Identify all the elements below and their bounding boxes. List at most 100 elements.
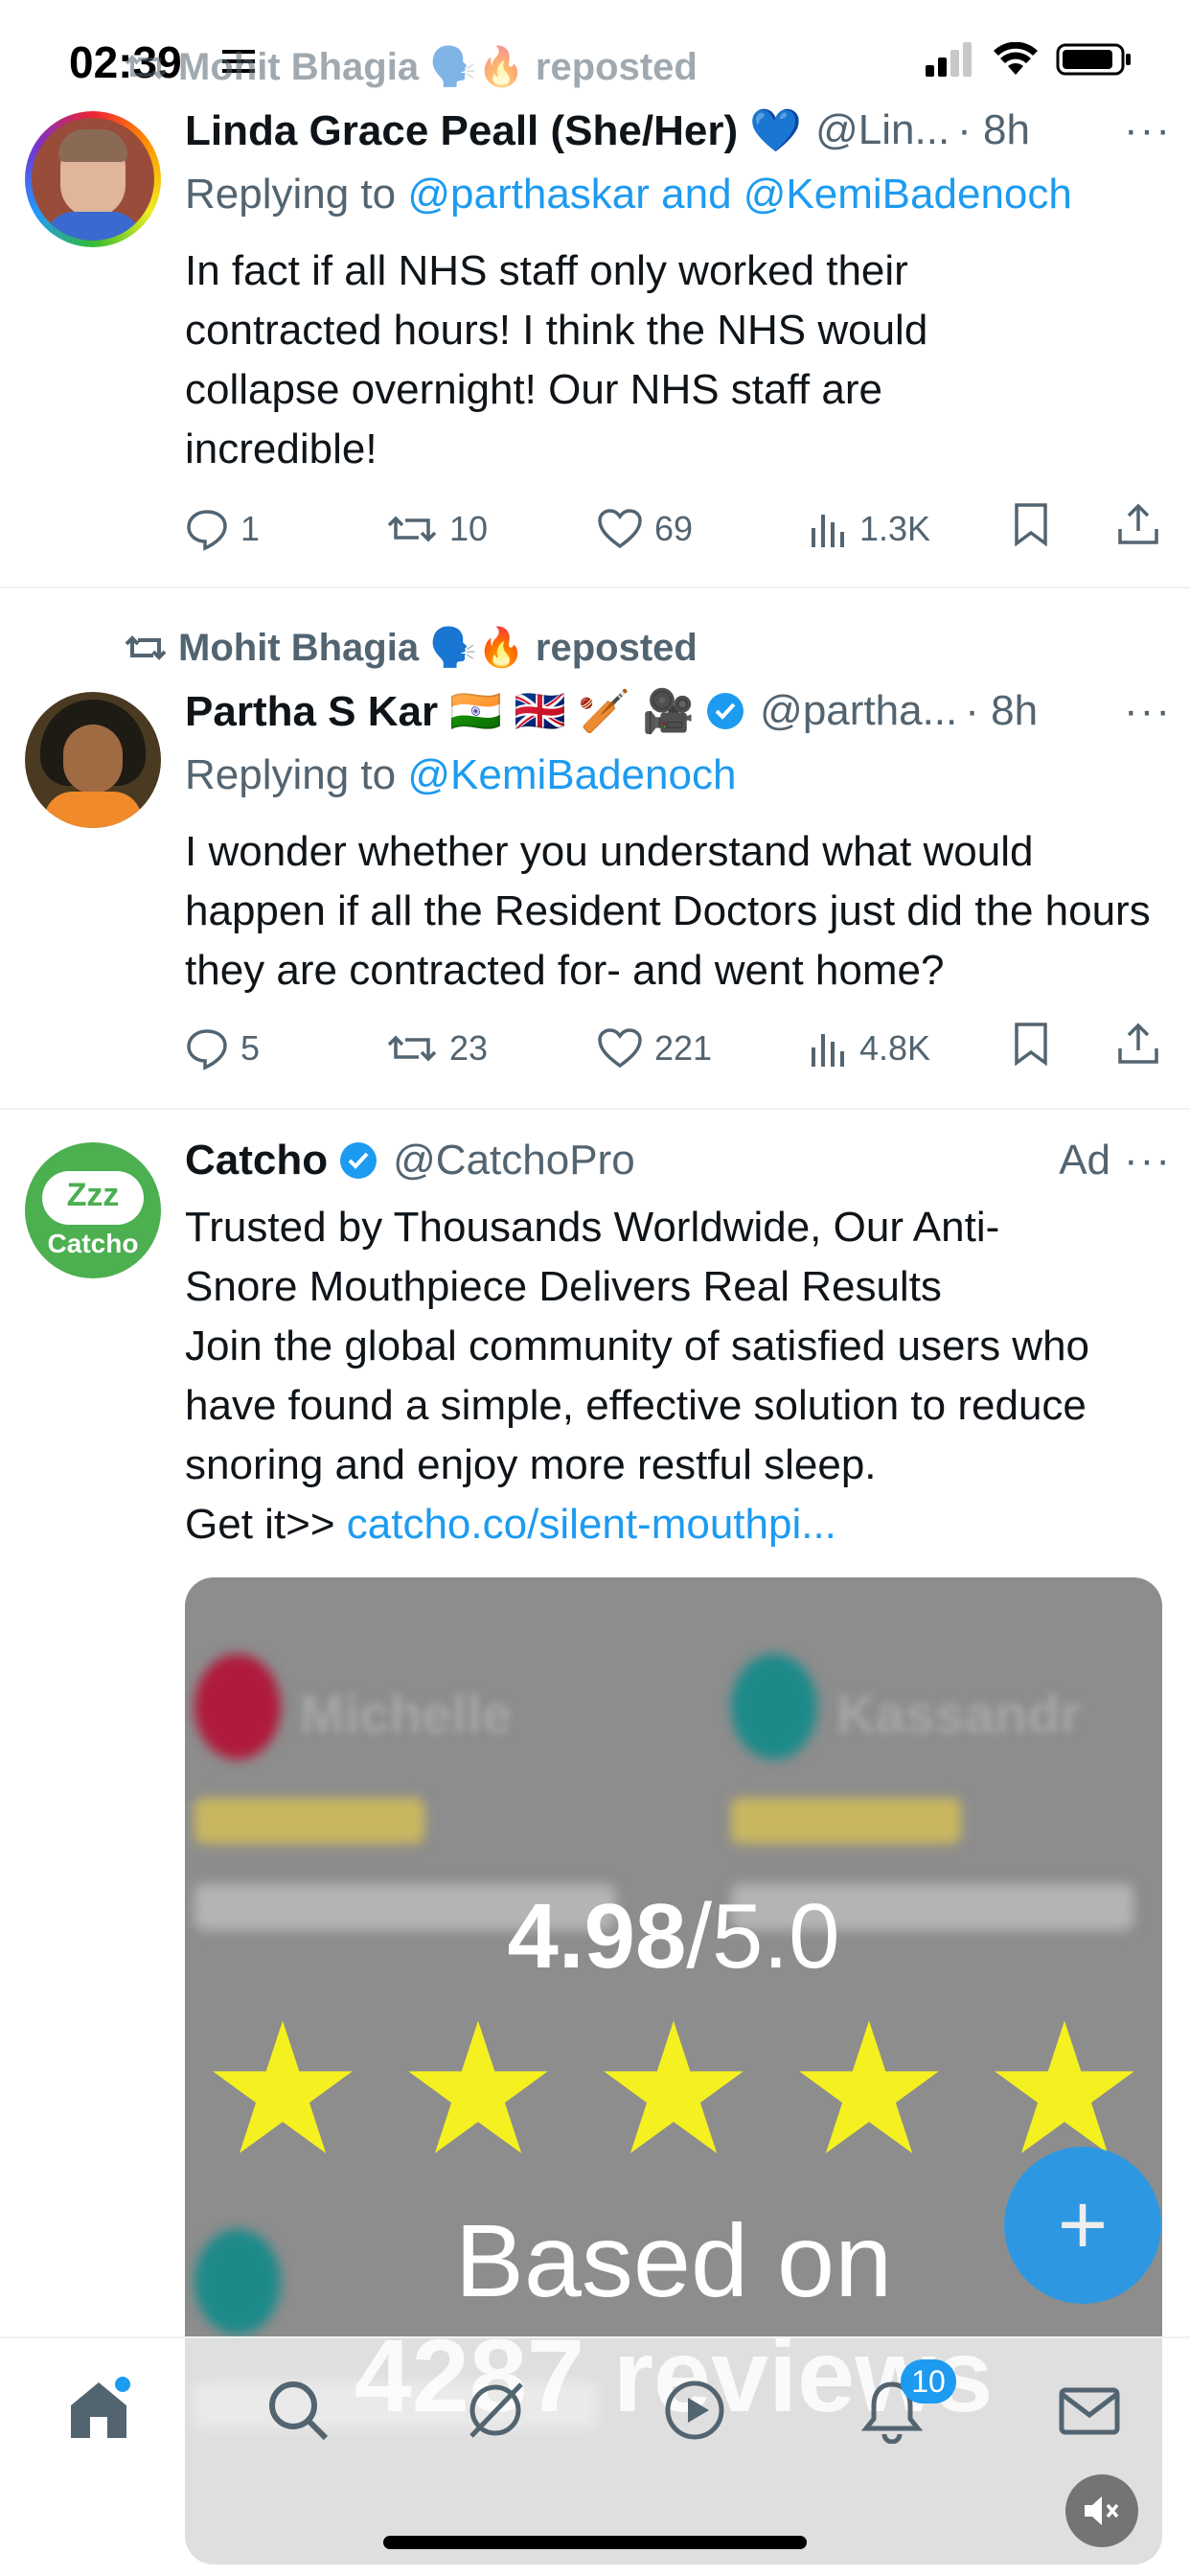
author-handle[interactable]: @Lin... <box>815 106 950 154</box>
home-icon <box>71 2377 130 2438</box>
tweet-divider <box>0 586 1190 588</box>
rating-stars: ★ ★ ★ ★ ★ <box>185 1999 1162 2181</box>
mute-button[interactable] <box>1065 2474 1138 2547</box>
avatar-catcho[interactable]: Zzz Catcho <box>25 1142 161 1278</box>
bookmark-button[interactable] <box>1013 1022 1116 1074</box>
reply-prefix: Replying to <box>185 751 408 798</box>
star-icon: ★ <box>591 1989 756 2192</box>
views-button[interactable]: 1.3K <box>808 509 1013 549</box>
repost-indicator: Mohit Bhagia 🗣️🔥 reposted <box>125 44 698 89</box>
blurred-reviewer-name: Michelle <box>300 1684 512 1744</box>
tweet-divider <box>0 1108 1190 1110</box>
ad-link[interactable]: catcho.co/silent-mouthpi... <box>347 1501 836 1548</box>
reply-count: 1 <box>240 508 261 548</box>
bookmark-icon <box>1015 503 1047 547</box>
repost-label: Mohit Bhagia 🗣️🔥 reposted <box>178 627 698 669</box>
share-icon <box>1118 1023 1158 1064</box>
image-rating: 4.98/5.0 <box>185 1884 1162 1990</box>
ad-text-line-1: Trusted by Thousands Worldwide, Our Anti… <box>185 1204 1000 1310</box>
grok-icon <box>469 2382 523 2438</box>
views-button[interactable]: 4.8K <box>808 1028 1013 1069</box>
author-name[interactable]: Linda Grace Peall (She/Her) 💙 <box>185 105 802 155</box>
ad-get-it: Get it>> <box>185 1501 347 1548</box>
star-icon: ★ <box>787 1989 951 2192</box>
heart-icon <box>598 1027 642 1068</box>
repost-icon <box>387 516 437 541</box>
nav-search[interactable] <box>264 2377 332 2449</box>
avatar-linda[interactable] <box>25 111 161 247</box>
tweet-actions: 5 23 221 4.8K <box>185 1022 1162 1074</box>
play-circle-icon <box>665 2380 724 2440</box>
plus-icon: + <box>1057 2176 1109 2273</box>
avatar-partha[interactable] <box>25 692 161 828</box>
repost-indicator: Mohit Bhagia 🗣️🔥 reposted <box>125 625 698 670</box>
search-icon <box>269 2381 329 2441</box>
ad-text-line-2: Join the global community of satisfied u… <box>185 1322 1090 1488</box>
author-handle[interactable]: @partha... <box>760 687 957 735</box>
like-count: 69 <box>654 508 694 548</box>
more-options-icon[interactable]: ··· <box>1124 687 1172 735</box>
share-icon <box>1118 503 1158 544</box>
repost-button[interactable]: 23 <box>386 1028 597 1069</box>
nav-grok[interactable] <box>462 2377 529 2449</box>
cellular-signal-icon <box>926 42 975 77</box>
advertiser-handle[interactable]: @CatchoPro <box>393 1137 635 1184</box>
blurred-avatar <box>195 1654 281 1760</box>
blurred-stars <box>731 1798 961 1844</box>
tweet-time: · 8h <box>957 106 1030 153</box>
tweet-time: · 8h <box>965 687 1039 734</box>
mail-icon <box>1059 2387 1120 2435</box>
repost-button[interactable]: 10 <box>386 509 597 549</box>
advertiser-name[interactable]: Catcho <box>185 1137 328 1184</box>
repost-count: 10 <box>449 508 489 548</box>
repost-label: Mohit Bhagia 🗣️🔥 reposted <box>178 46 698 88</box>
repost-count: 23 <box>449 1027 489 1068</box>
reply-context: Replying to @KemiBadenoch <box>185 751 736 799</box>
rating-scale: /5.0 <box>686 1885 840 1988</box>
tweet-body: I wonder whether you understand what wou… <box>185 828 1151 994</box>
blurred-reviewer-name: Kassandr <box>836 1684 1082 1744</box>
reply-button[interactable]: 5 <box>185 1026 386 1070</box>
view-count: 4.8K <box>859 1027 931 1068</box>
share-button[interactable] <box>1116 1022 1160 1074</box>
battery-icon <box>1056 43 1131 76</box>
compose-button[interactable]: + <box>1004 2147 1161 2304</box>
reply-prefix: Replying to <box>185 171 408 218</box>
ad-cta-line: Get it>> catcho.co/silent-mouthpi... <box>185 1495 1105 1554</box>
star-icon: ★ <box>396 1989 561 2192</box>
nav-home[interactable] <box>65 2377 132 2449</box>
reply-button[interactable]: 1 <box>185 507 386 551</box>
heart-icon <box>598 508 642 548</box>
avatar-bottom-text: Catcho <box>47 1229 139 1258</box>
share-button[interactable] <box>1116 502 1160 555</box>
star-icon: ★ <box>200 1989 365 2192</box>
reply-icon <box>187 1028 227 1070</box>
tweet-body: In fact if all NHS staff only worked the… <box>185 247 928 472</box>
status-indicators <box>926 42 1133 77</box>
blurred-avatar <box>731 1654 817 1760</box>
more-options-icon[interactable]: ··· <box>1124 106 1172 154</box>
bookmark-button[interactable] <box>1013 502 1116 555</box>
reply-mentions[interactable]: @parthaskar and @KemiBadenoch <box>407 171 1072 218</box>
reply-context: Replying to @parthaskar and @KemiBadenoc… <box>185 171 1072 218</box>
like-button[interactable]: 221 <box>597 1027 808 1070</box>
nav-divider <box>0 2336 1190 2338</box>
more-options-icon[interactable]: ··· <box>1124 1137 1172 1184</box>
nav-messages[interactable] <box>1056 2377 1123 2449</box>
repost-icon <box>125 54 167 80</box>
blurred-stars <box>195 1798 424 1844</box>
like-count: 221 <box>654 1027 713 1068</box>
ad-body: Trusted by Thousands Worldwide, Our Anti… <box>185 1198 1105 1554</box>
bookmark-icon <box>1015 1023 1047 1067</box>
views-icon <box>812 1033 844 1067</box>
repost-icon <box>125 634 167 660</box>
avatar-top-text: Zzz <box>66 1177 120 1213</box>
reply-mentions[interactable]: @KemiBadenoch <box>407 751 736 798</box>
verified-badge-icon <box>340 1142 378 1179</box>
author-name[interactable]: Partha S Kar 🇮🇳 🇬🇧 🏏 🎥 <box>185 686 695 736</box>
views-icon <box>812 514 844 547</box>
like-button[interactable]: 69 <box>597 508 808 550</box>
nav-video[interactable] <box>661 2377 728 2449</box>
verified-badge-icon <box>707 693 744 729</box>
repost-icon <box>387 1035 437 1061</box>
